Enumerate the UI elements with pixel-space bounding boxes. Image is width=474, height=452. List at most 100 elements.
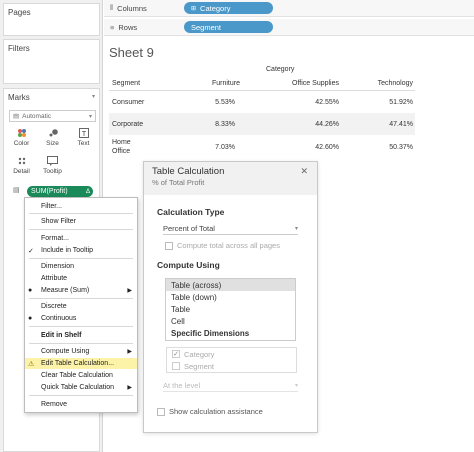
compute-using-heading: Compute Using: [157, 260, 220, 270]
columns-label: Columns: [117, 3, 147, 13]
menu-item-label: Attribute: [41, 275, 68, 282]
cell-value: 5.53%: [215, 98, 235, 106]
menu-item-label: Clear Table Calculation: [41, 372, 113, 379]
pill-context-menu: Filter... Show Filter Format... ✓ Include…: [24, 197, 138, 413]
sum-profit-pill[interactable]: SUM(Profit) Δ: [27, 186, 93, 197]
submenu-arrow-icon: ▶: [127, 349, 132, 355]
chevron-down-icon: ▾: [294, 226, 298, 232]
columns-shelf[interactable]: ⫴ Columns ⊞ Category: [104, 0, 474, 17]
cell-value: 42.55%: [315, 98, 339, 106]
menu-divider: [29, 298, 133, 299]
table-calc-delta-icon: Δ: [85, 188, 90, 195]
segment-pill[interactable]: Segment: [184, 21, 273, 33]
submenu-arrow-icon: ▶: [127, 385, 132, 391]
segment-dimension-checkbox[interactable]: Segment: [167, 360, 296, 372]
close-icon[interactable]: ✕: [300, 166, 308, 177]
detail-icon: [8, 154, 35, 168]
marks-label: Marks: [8, 93, 30, 102]
category-pill[interactable]: ⊞ Category: [184, 2, 273, 14]
filters-card[interactable]: Filters: [3, 39, 100, 84]
list-item[interactable]: Table: [166, 303, 295, 315]
at-level-label: At the level: [163, 381, 201, 390]
menu-item-compute-using[interactable]: Compute Using ▶: [25, 346, 137, 357]
menu-item-continuous[interactable]: ● Continuous: [25, 313, 137, 324]
table-row: Home Office 7.03% 42.60% 50.37%: [109, 135, 415, 159]
menu-item-label: Include in Tooltip: [41, 247, 94, 254]
technology-header: Technology: [377, 79, 413, 87]
calculation-type-select[interactable]: Percent of Total ▾: [163, 223, 298, 235]
cell-value: 44.26%: [315, 120, 339, 128]
category-header: Category: [266, 66, 295, 73]
at-level-select[interactable]: At the level ▾: [163, 380, 298, 392]
cell-value: 47.41%: [389, 120, 413, 128]
checkbox-icon: [165, 241, 173, 250]
compute-total-checkbox[interactable]: Compute total across all pages: [165, 241, 280, 250]
check-icon: ✓: [172, 350, 180, 358]
list-item[interactable]: Table (down): [166, 291, 295, 303]
menu-item-show-filter[interactable]: Show Filter: [25, 216, 137, 227]
menu-item-label: Compute Using: [41, 348, 90, 355]
size-button[interactable]: Size: [39, 126, 66, 151]
menu-item-discrete[interactable]: Discrete: [25, 301, 137, 312]
table-calculation-dialog: Table Calculation % of Total Profit ✕ Ca…: [143, 161, 318, 433]
menu-divider: [29, 258, 133, 259]
filters-label: Filters: [8, 44, 30, 53]
list-item[interactable]: Cell: [166, 315, 295, 327]
menu-item-label: Continuous: [41, 315, 77, 322]
cell-value: 51.92%: [389, 98, 413, 106]
dialog-title: Table Calculation: [152, 166, 225, 177]
cell-value: 42.60%: [315, 143, 339, 151]
menu-item-label: Quick Table Calculation: [41, 384, 115, 391]
office-supplies-header: Office Supplies: [292, 79, 339, 87]
rows-icon: ≡: [110, 22, 115, 32]
checkmark-icon: ✓: [28, 247, 34, 255]
menu-item-edit-table-calculation[interactable]: ⚠ Edit Table Calculation...: [25, 358, 137, 369]
mark-type-dropdown[interactable]: ▤ Automatic ▾: [9, 110, 96, 122]
color-label: Color: [13, 140, 30, 147]
compute-using-list: Table (across) Table (down) Table Cell S…: [165, 278, 296, 341]
menu-item-include-tooltip[interactable]: ✓ Include in Tooltip: [25, 245, 137, 256]
size-label: Size: [46, 140, 59, 147]
rows-shelf[interactable]: ≡ Rows Segment: [104, 19, 474, 36]
show-assistance-checkbox[interactable]: Show calculation assistance: [157, 407, 263, 416]
detail-button[interactable]: Detail: [8, 154, 35, 179]
menu-divider: [29, 395, 133, 396]
menu-item-dimension[interactable]: Dimension: [25, 261, 137, 272]
cell-value: 7.03%: [215, 143, 235, 151]
dimensions-list: ✓ Category Segment: [166, 347, 297, 373]
menu-item-clear-table-calculation[interactable]: Clear Table Calculation: [25, 370, 137, 381]
menu-item-filter[interactable]: Filter...: [25, 201, 137, 212]
column-group-header: Category: [109, 66, 415, 76]
size-icon: [39, 126, 66, 140]
text-button[interactable]: T Text: [70, 126, 97, 151]
list-item[interactable]: Specific Dimensions: [166, 327, 295, 339]
menu-item-format[interactable]: Format...: [25, 233, 137, 244]
segment-header: Segment: [112, 79, 141, 87]
text-label: Text: [77, 140, 90, 147]
tooltip-button[interactable]: Tooltip: [39, 154, 66, 179]
menu-item-quick-table-calculation[interactable]: Quick Table Calculation ▶: [25, 382, 137, 393]
menu-item-attribute[interactable]: Attribute: [25, 273, 137, 284]
checkbox-icon: [172, 362, 180, 370]
menu-divider: [29, 343, 133, 344]
cell-value: 50.37%: [389, 143, 413, 151]
tooltip-label: Tooltip: [43, 168, 62, 175]
menu-item-label: Edit Table Calculation...: [41, 360, 115, 367]
tooltip-icon: [39, 154, 66, 168]
category-dimension-checkbox[interactable]: ✓ Category: [167, 348, 296, 360]
sheet-title: Sheet 9: [109, 45, 154, 60]
list-item[interactable]: Table (across): [166, 279, 295, 291]
menu-divider: [29, 213, 133, 214]
text-mark-icon: ▤: [13, 187, 20, 194]
row-label: Corporate: [112, 120, 144, 128]
segment-dimension-label: Segment: [184, 361, 215, 371]
menu-item-label: Filter...: [41, 203, 63, 210]
crosstab: Category Segment Furniture Office Suppli…: [109, 66, 415, 159]
color-button[interactable]: Color: [8, 126, 35, 151]
row-label-line: Office: [112, 148, 131, 155]
menu-item-measure[interactable]: ● Measure (Sum) ▶: [25, 285, 137, 296]
menu-item-edit-in-shelf[interactable]: Edit in Shelf: [25, 330, 137, 341]
menu-item-remove[interactable]: Remove: [25, 399, 137, 410]
color-icon: [8, 126, 35, 140]
marks-collapse-icon[interactable]: ▾: [92, 93, 95, 100]
